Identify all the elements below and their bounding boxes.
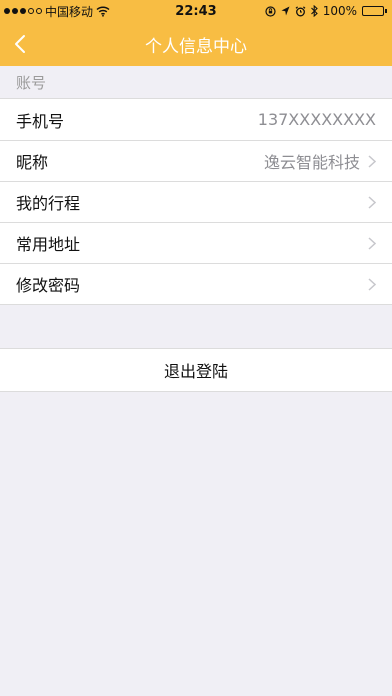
bluetooth-icon	[310, 5, 318, 17]
common-address-label: 常用地址	[16, 235, 81, 254]
nickname-label: 昵称	[16, 153, 49, 172]
change-password-row[interactable]: 修改密码	[0, 263, 392, 304]
nickname-value: 逸云智能科技	[263, 153, 360, 172]
phone-number-value: 137XXXXXXXX	[257, 110, 376, 129]
location-arrow-icon	[281, 6, 290, 16]
signal-dots-icon	[4, 8, 42, 14]
battery-percent: 100%	[322, 4, 357, 18]
rotation-lock-icon	[265, 5, 276, 17]
chevron-left-icon	[14, 34, 26, 54]
page-title: 个人信息中心	[145, 36, 247, 57]
back-button[interactable]	[14, 22, 46, 66]
alarm-icon	[295, 5, 306, 17]
my-trips-label: 我的行程	[16, 194, 81, 213]
chevron-right-icon	[368, 236, 376, 250]
nickname-row[interactable]: 昵称 逸云智能科技	[0, 140, 392, 181]
carrier-name: 中国移动	[45, 4, 94, 19]
navigation-bar: 个人信息中心	[0, 22, 392, 66]
wifi-icon	[96, 5, 110, 17]
account-section-header: 账号	[0, 66, 392, 98]
my-trips-row[interactable]: 我的行程	[0, 181, 392, 222]
status-bar-left: 中国移动	[0, 3, 110, 20]
account-list: 手机号 137XXXXXXXX 昵称 逸云智能科技 我的行程 常用地址 修改密码	[0, 98, 392, 305]
chevron-right-icon	[368, 195, 376, 209]
logout-button[interactable]: 退出登陆	[0, 348, 392, 392]
chevron-right-icon	[368, 277, 376, 291]
change-password-label: 修改密码	[16, 276, 81, 295]
common-address-row[interactable]: 常用地址	[0, 222, 392, 263]
phone-number-label: 手机号	[16, 111, 65, 131]
battery-icon	[362, 6, 387, 16]
chevron-right-icon	[368, 154, 376, 168]
status-bar-right: 100%	[265, 4, 392, 18]
status-bar: 中国移动 22:43 100%	[0, 0, 392, 22]
phone-number-row[interactable]: 手机号 137XXXXXXXX	[0, 99, 392, 140]
